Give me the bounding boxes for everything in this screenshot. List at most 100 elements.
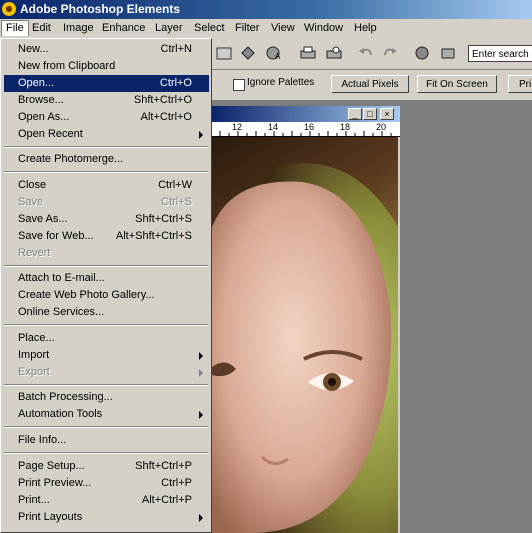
menu-item-save-for-web[interactable]: Save for Web... Alt+Shft+Ctrl+S bbox=[4, 228, 209, 245]
menu-separator bbox=[4, 324, 208, 326]
menu-item-automation-tools[interactable]: Automation Tools bbox=[4, 406, 209, 423]
menu-item-label: Batch Processing... bbox=[18, 391, 113, 403]
menu-item-revert: Revert bbox=[4, 245, 209, 262]
menu-item-place[interactable]: Place... bbox=[4, 330, 209, 347]
submenu-arrow-icon bbox=[199, 514, 203, 522]
menu-item-export: Export bbox=[4, 364, 209, 381]
menu-item-label: Open... bbox=[18, 77, 55, 89]
menu-item-new-from-clipboard[interactable]: New from Clipboard bbox=[4, 58, 209, 75]
open-icon[interactable] bbox=[214, 43, 234, 63]
menu-item-label: Save bbox=[18, 196, 44, 208]
menu-item-print[interactable]: Print... Alt+Ctrl+P bbox=[4, 492, 209, 509]
menu-item-shortcut: Alt+Ctrl+P bbox=[141, 494, 192, 506]
print-size-button[interactable]: Pri bbox=[508, 75, 532, 93]
step-backward-icon[interactable] bbox=[412, 43, 432, 63]
menu-window[interactable]: Window bbox=[300, 21, 347, 36]
search-input[interactable]: Enter search c bbox=[468, 45, 532, 62]
help-icon[interactable] bbox=[438, 43, 458, 63]
menu-separator bbox=[4, 265, 208, 267]
menu-item-shortcut: Shft+Ctrl+P bbox=[135, 460, 192, 472]
menu-item-print-layouts[interactable]: Print Layouts bbox=[4, 509, 209, 526]
menu-item-label: Print Preview... bbox=[18, 477, 92, 489]
menu-item-close[interactable]: Close Ctrl+W bbox=[4, 177, 209, 194]
fill-bucket-icon[interactable] bbox=[238, 43, 258, 63]
menu-item-open-recent[interactable]: Open Recent bbox=[4, 126, 209, 143]
menu-enhance[interactable]: Enhance bbox=[98, 21, 149, 36]
menu-item-create-web-photo-gallery[interactable]: Create Web Photo Gallery... bbox=[4, 287, 209, 304]
menu-item-label: New... bbox=[18, 43, 49, 55]
menu-item-label: Save As... bbox=[18, 213, 68, 225]
fit-on-screen-button[interactable]: Fit On Screen bbox=[417, 75, 497, 93]
close-button[interactable]: × bbox=[380, 108, 394, 120]
menu-item-label: Browse... bbox=[18, 94, 64, 106]
menu-item-attach-to-email[interactable]: Attach to E-mail... bbox=[4, 270, 209, 287]
menu-separator bbox=[4, 426, 208, 428]
menu-image[interactable]: Image bbox=[59, 21, 98, 36]
menu-item-import[interactable]: Import bbox=[4, 347, 209, 364]
menu-view[interactable]: View bbox=[267, 21, 299, 36]
title-bar: Adobe Photoshop Elements bbox=[0, 0, 532, 19]
menu-item-save-as[interactable]: Save As... Shft+Ctrl+S bbox=[4, 211, 209, 228]
ignore-palettes-checkbox[interactable] bbox=[233, 79, 245, 91]
menu-separator bbox=[4, 171, 208, 173]
document-title-bar: _ □ × bbox=[212, 106, 400, 122]
photo-canvas[interactable] bbox=[212, 137, 398, 533]
horizontal-ruler: 12 14 16 18 20 bbox=[212, 122, 400, 137]
menu-separator bbox=[4, 384, 208, 386]
menu-select[interactable]: Select bbox=[190, 21, 229, 36]
menu-item-label: Print... bbox=[18, 494, 50, 506]
portrait-photo bbox=[212, 137, 398, 533]
minimize-button[interactable]: _ bbox=[348, 108, 362, 120]
menu-help[interactable]: Help bbox=[350, 21, 381, 36]
ruler-label: 16 bbox=[304, 122, 315, 132]
menu-item-open-as[interactable]: Open As... Alt+Ctrl+O bbox=[4, 109, 209, 126]
submenu-arrow-icon bbox=[199, 352, 203, 360]
menu-item-shortcut: Ctrl+P bbox=[161, 477, 192, 489]
menu-item-label: Open Recent bbox=[18, 128, 83, 140]
menu-item-file-info[interactable]: File Info... bbox=[4, 432, 209, 449]
menu-layer[interactable]: Layer bbox=[151, 21, 187, 36]
menu-item-label: Attach to E-mail... bbox=[18, 272, 105, 284]
menu-item-shortcut: Alt+Ctrl+O bbox=[140, 111, 192, 123]
submenu-arrow-icon bbox=[199, 411, 203, 419]
menu-item-save: Save Ctrl+S bbox=[4, 194, 209, 211]
document-window: _ □ × 12 14 16 18 20 bbox=[212, 106, 400, 533]
print-icon[interactable] bbox=[298, 43, 318, 63]
undo-icon[interactable] bbox=[356, 43, 376, 63]
menu-item-label: Create Web Photo Gallery... bbox=[18, 289, 155, 301]
submenu-arrow-icon bbox=[199, 131, 203, 139]
ruler-label: 12 bbox=[232, 122, 243, 132]
menu-item-label: New from Clipboard bbox=[18, 60, 116, 72]
menu-item-label: Print Layouts bbox=[18, 511, 83, 523]
actual-pixels-button[interactable]: Actual Pixels bbox=[331, 75, 409, 93]
menu-item-batch-processing[interactable]: Batch Processing... bbox=[4, 389, 209, 406]
menu-item-label: File Info... bbox=[18, 434, 67, 446]
menu-item-label: Automation Tools bbox=[18, 408, 103, 420]
menu-item-label: Online Services... bbox=[18, 306, 105, 318]
menu-item-print-preview[interactable]: Print Preview... Ctrl+P bbox=[4, 475, 209, 492]
app-title: Adobe Photoshop Elements bbox=[20, 2, 181, 16]
menu-item-browse[interactable]: Browse... Shft+Ctrl+O bbox=[4, 92, 209, 109]
menu-filter[interactable]: Filter bbox=[231, 21, 263, 36]
redo-icon[interactable] bbox=[380, 43, 400, 63]
menu-item-shortcut: Shft+Ctrl+O bbox=[133, 94, 192, 106]
menu-item-open[interactable]: Open... Ctrl+O bbox=[4, 75, 209, 92]
menu-item-online-services[interactable]: Online Services... bbox=[4, 304, 209, 321]
menu-file[interactable]: File bbox=[1, 20, 29, 36]
menu-edit[interactable]: Edit bbox=[28, 21, 55, 36]
menu-item-label: Revert bbox=[18, 247, 51, 259]
print-preview-icon[interactable] bbox=[324, 43, 344, 63]
menu-item-shortcut: Shft+Ctrl+S bbox=[135, 213, 192, 225]
menu-item-page-setup[interactable]: Page Setup... Shft+Ctrl+P bbox=[4, 458, 209, 475]
menu-item-shortcut: Ctrl+W bbox=[158, 179, 192, 191]
menu-item-new[interactable]: New... Ctrl+N bbox=[4, 41, 209, 58]
ignore-palettes-label: Ignore Palettes bbox=[247, 77, 315, 88]
menu-item-label: Save for Web... bbox=[18, 230, 94, 242]
menu-item-label: Export bbox=[18, 366, 50, 378]
quick-fix-icon[interactable]: A bbox=[264, 43, 284, 63]
maximize-button[interactable]: □ bbox=[363, 108, 377, 120]
menu-item-label: Close bbox=[18, 179, 47, 191]
menu-item-create-photomerge[interactable]: Create Photomerge... bbox=[4, 151, 209, 168]
ruler-label: 14 bbox=[268, 122, 279, 132]
menu-item-label: Create Photomerge... bbox=[18, 153, 124, 165]
